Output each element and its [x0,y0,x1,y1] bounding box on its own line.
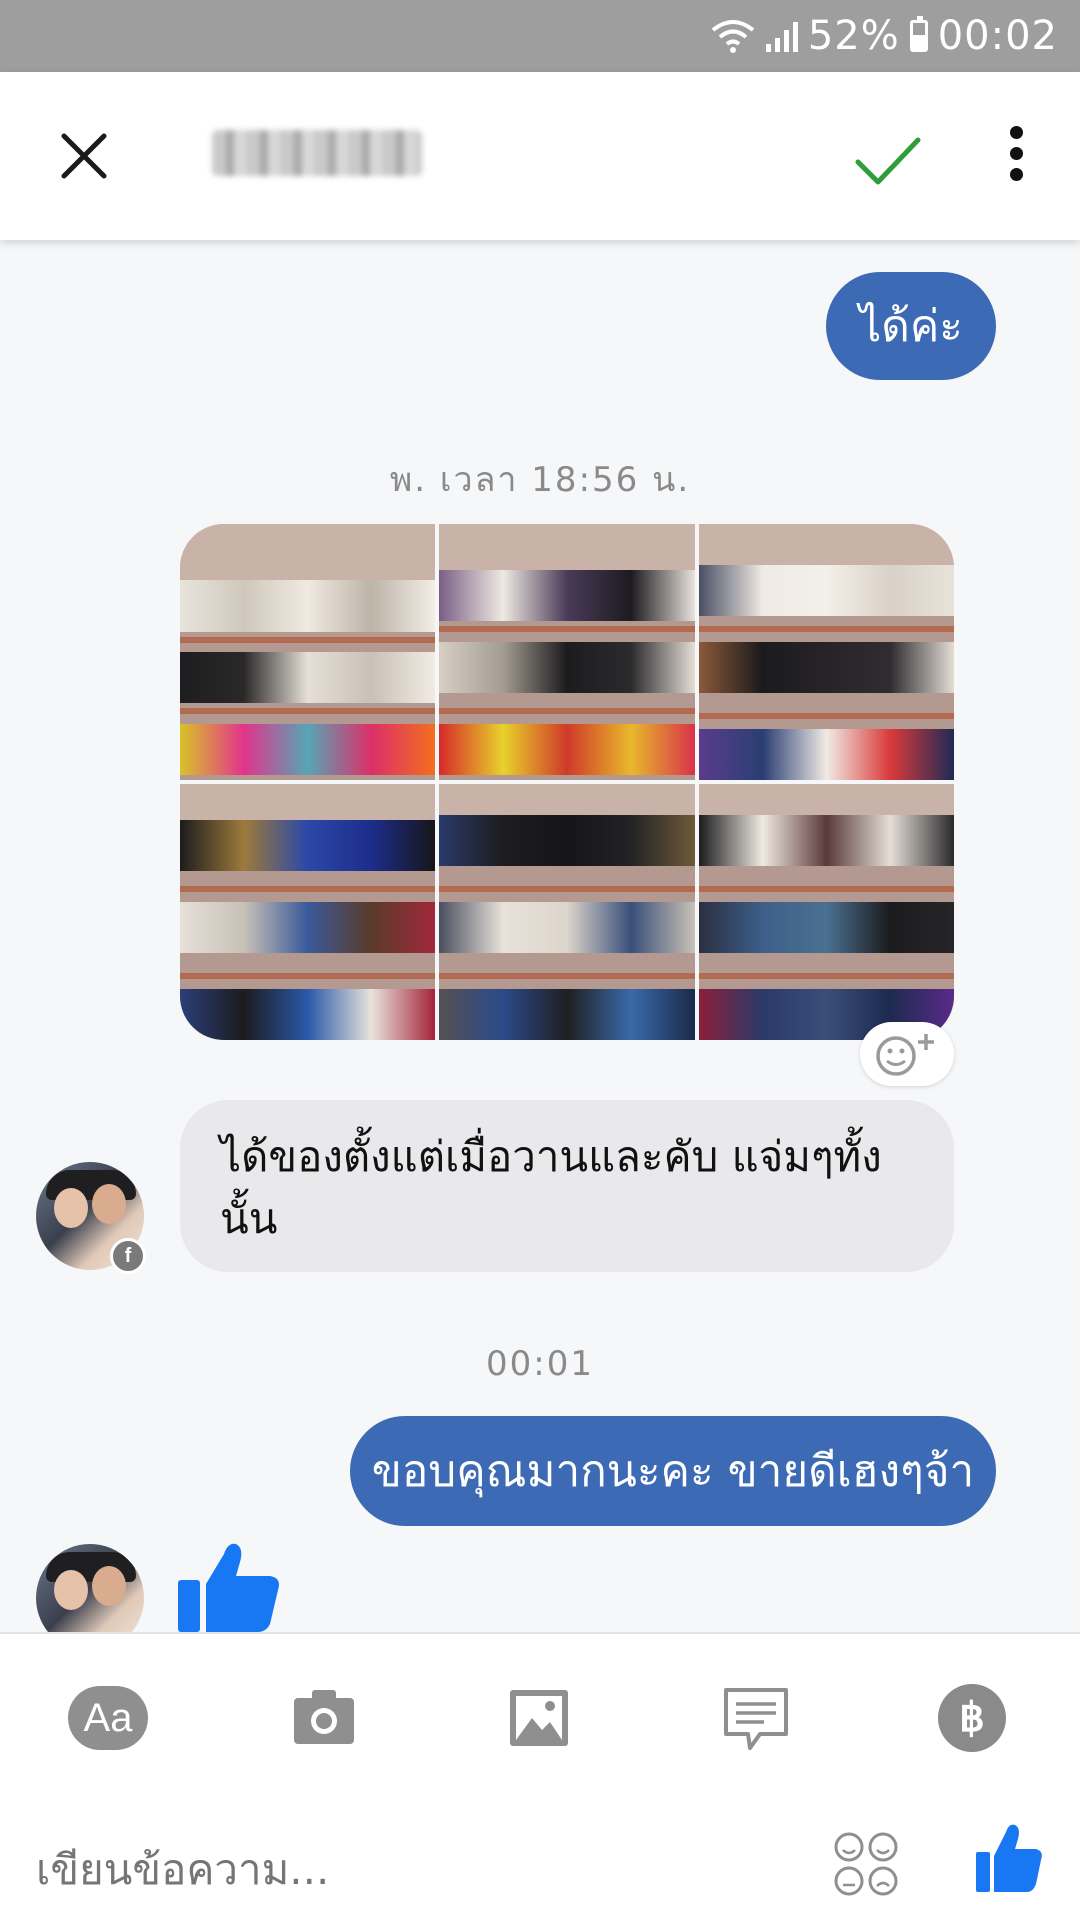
status-bar: 52% 00:02 [0,0,1080,72]
image-icon[interactable] [498,1676,582,1760]
close-icon[interactable] [50,122,118,190]
like-button-icon[interactable] [976,1822,1042,1892]
message-composer: Aa ฿ [0,1632,1080,1922]
message-outgoing[interactable]: ขอบคุณมากนะคะ ขายดีเฮงๆจ้า [350,1416,996,1526]
conversation-header [0,72,1080,240]
aa-icon: Aa [68,1686,148,1750]
shoe-photo[interactable] [439,784,695,1040]
thumbs-up-sticker-icon[interactable] [178,1540,282,1632]
emoji-icon[interactable] [832,1830,900,1898]
shoe-photo[interactable] [180,784,436,1040]
camera-icon[interactable] [282,1676,366,1760]
message-incoming[interactable]: ได้ของตั้งแต่เมื่อวานและคับ แจ่มๆทั้งนั้… [180,1100,954,1272]
payment-button[interactable]: ฿ [930,1676,1014,1760]
contact-name [212,130,422,176]
smiley-plus-icon [876,1034,934,1076]
shoe-photo[interactable] [439,524,695,780]
battery-percent: 52% [807,13,900,59]
baht-icon: ฿ [938,1684,1006,1752]
signal-icon [765,20,798,52]
clock: 00:02 [937,13,1058,59]
more-options-icon[interactable] [996,120,1036,196]
facebook-badge-icon: f [110,1238,146,1274]
battery-icon [909,16,928,52]
message-input[interactable] [34,1834,798,1906]
chat-extensions-icon[interactable] [714,1676,798,1760]
shoe-photo[interactable] [698,784,954,1040]
check-icon[interactable] [852,124,924,196]
photo-gallery[interactable] [180,524,954,1040]
text-format-button[interactable]: Aa [66,1676,150,1760]
timestamp: พ. เวลา 18:56 น. [389,460,691,500]
add-reaction-button[interactable] [860,1022,954,1086]
wifi-icon [711,20,755,53]
shoe-photo[interactable] [698,524,954,780]
message-outgoing[interactable]: ได้ค่ะ [826,272,996,380]
shoe-photo[interactable] [180,524,436,780]
timestamp: 00:01 [486,1344,594,1384]
